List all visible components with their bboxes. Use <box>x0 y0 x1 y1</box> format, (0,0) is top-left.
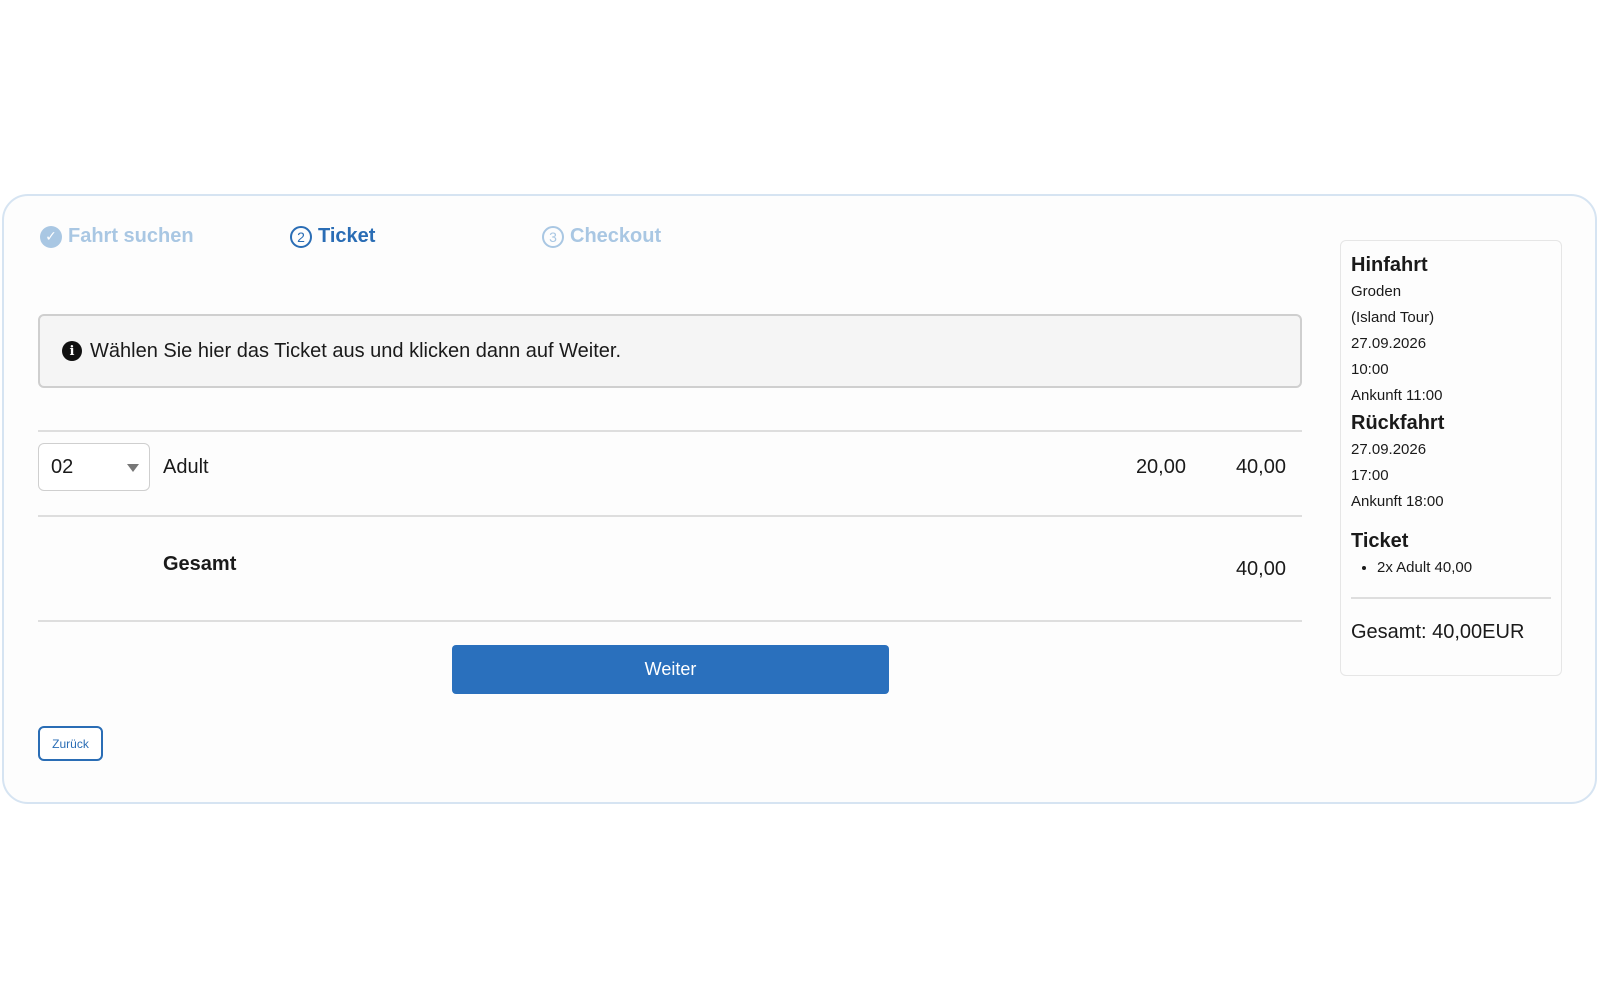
return-time: 17:00 <box>1351 467 1389 484</box>
outbound-place: Groden <box>1351 283 1402 300</box>
line-total: 40,00 <box>1235 456 1286 478</box>
divider <box>38 430 1302 432</box>
ticket-list: 2x Adult 40,00 <box>1351 555 1551 581</box>
step-ticket-label: Ticket <box>318 225 376 247</box>
quantity-value: 02 <box>51 455 74 478</box>
info-text: Wählen Sie hier das Ticket aus und klick… <box>90 339 622 362</box>
step-number-icon: 2 <box>290 225 312 248</box>
outbound-time: 10:00 <box>1351 361 1389 378</box>
return-date: 27.09.2026 <box>1351 441 1427 458</box>
step-ticket[interactable]: 2 Ticket <box>290 225 375 248</box>
divider <box>38 620 1302 622</box>
total-value: 40,00 <box>1235 558 1286 580</box>
back-button[interactable]: Zurück <box>38 726 103 761</box>
outbound-arrival: Ankunft 11:00 <box>1351 387 1443 404</box>
step-checkout-label: Checkout <box>570 225 662 247</box>
outbound-tour: (Island Tour) <box>1351 309 1435 326</box>
step-search[interactable]: ✓ Fahrt suchen <box>40 225 194 248</box>
unit-price: 20,00 <box>1135 456 1186 478</box>
ticket-type-label: Adult <box>163 456 209 478</box>
quantity-select[interactable]: 02 <box>38 443 150 491</box>
info-alert: i Wählen Sie hier das Ticket aus und kli… <box>38 314 1302 388</box>
step-search-label: Fahrt suchen <box>68 225 194 247</box>
next-button[interactable]: Weiter <box>452 645 889 694</box>
chevron-down-icon <box>127 464 139 472</box>
check-circle-icon: ✓ <box>40 225 62 248</box>
info-icon: i <box>62 341 82 361</box>
total-label: Gesamt <box>163 553 237 575</box>
return-title: Rückfahrt <box>1351 412 1445 434</box>
ticket-list-item: 2x Adult 40,00 <box>1377 555 1551 581</box>
outbound-title: Hinfahrt <box>1351 254 1428 276</box>
outbound-date: 27.09.2026 <box>1351 335 1427 352</box>
ticket-title: Ticket <box>1351 530 1409 552</box>
return-arrival: Ankunft 18:00 <box>1351 493 1444 510</box>
summary-total: Gesamt: 40,00EUR <box>1351 621 1525 643</box>
step-checkout[interactable]: 3 Checkout <box>542 225 661 248</box>
divider <box>1351 597 1551 599</box>
step-number-icon: 3 <box>542 225 564 248</box>
booking-summary: Hinfahrt Groden (Island Tour) 27.09.2026… <box>1340 240 1562 676</box>
divider <box>38 515 1302 517</box>
